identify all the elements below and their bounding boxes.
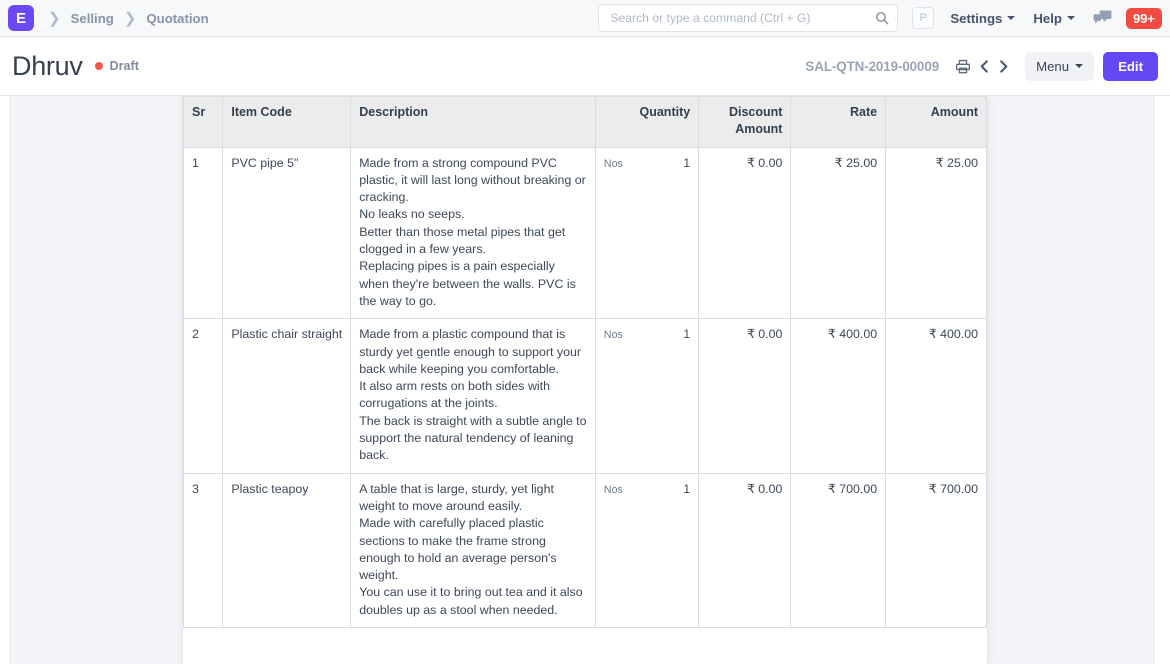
document-id: SAL-QTN-2019-00009 [805, 59, 939, 74]
column-header-item-code: Item Code [223, 97, 351, 148]
cell-description: Made from a strong compound PVC plastic,… [351, 147, 596, 319]
column-header-amount: Amount [886, 97, 987, 148]
quantity-value: 1 [683, 481, 690, 498]
description-text: Made from a plastic compound that is stu… [359, 326, 587, 464]
column-header-sr: Sr [184, 97, 223, 148]
cell-sr: 1 [184, 147, 223, 319]
left-rail [0, 96, 11, 664]
avatar[interactable]: P [912, 7, 934, 29]
column-header-description: Description [351, 97, 596, 148]
cell-amount: ₹ 400.00 [886, 319, 987, 473]
nav-help[interactable]: Help [1033, 11, 1075, 26]
items-table: Sr Item Code Description Quantity Discou… [183, 96, 987, 628]
uom-label: Nos [604, 156, 623, 173]
description-text: Made from a strong compound PVC plastic,… [359, 155, 587, 311]
cell-quantity: Nos 1 [595, 147, 698, 319]
app-logo[interactable]: E [8, 5, 34, 31]
cell-description: Made from a plastic compound that is stu… [351, 319, 596, 473]
table-row: 1 PVC pipe 5" Made from a strong compoun… [184, 147, 987, 319]
next-document-button[interactable] [994, 59, 1013, 74]
top-navbar: E ❯ Selling ❯ Quotation P Settings Help [0, 0, 1170, 37]
uom-label: Nos [604, 327, 623, 344]
status-indicator-dot [95, 62, 103, 70]
column-header-rate: Rate [791, 97, 886, 148]
global-search[interactable] [598, 4, 898, 32]
breadcrumb-selling[interactable]: Selling [71, 11, 114, 26]
right-rail [1153, 96, 1170, 664]
cell-rate: ₹ 25.00 [791, 147, 886, 319]
quantity-wrap: Nos 1 [604, 481, 690, 499]
menu-button-label: Menu [1036, 59, 1069, 74]
column-header-discount-amount: Discount Amount [699, 97, 791, 148]
cell-discount-amount: ₹ 0.00 [699, 319, 791, 473]
table-row: 2 Plastic chair straight Made from a pla… [184, 319, 987, 473]
cell-quantity: Nos 1 [595, 473, 698, 627]
print-sheet: Sr Item Code Description Quantity Discou… [183, 96, 987, 664]
quantity-wrap: Nos 1 [604, 155, 690, 173]
notification-badge[interactable]: 99+ [1126, 8, 1162, 29]
breadcrumb-separator-icon: ❯ [124, 11, 137, 26]
cell-sr: 2 [184, 319, 223, 473]
chevron-down-icon [1075, 64, 1083, 68]
cell-discount-amount: ₹ 0.00 [699, 473, 791, 627]
cell-description: A table that is large, sturdy, yet light… [351, 473, 596, 627]
quantity-wrap: Nos 1 [604, 326, 690, 344]
previous-document-button[interactable] [975, 59, 994, 74]
search-input[interactable] [608, 10, 869, 26]
nav-settings[interactable]: Settings [950, 11, 1015, 26]
status-badge: Draft [110, 59, 139, 73]
description-text: A table that is large, sturdy, yet light… [359, 481, 587, 619]
chevron-down-icon [1067, 16, 1075, 20]
edit-button[interactable]: Edit [1103, 52, 1158, 81]
uom-label: Nos [604, 482, 623, 499]
printer-icon[interactable] [953, 57, 973, 76]
search-icon[interactable] [875, 11, 889, 25]
breadcrumb-separator-icon: ❯ [48, 11, 61, 26]
comments-icon[interactable] [1093, 10, 1112, 26]
nav-settings-label: Settings [950, 11, 1002, 26]
table-row: 3 Plastic teapoy A table that is large, … [184, 473, 987, 627]
cell-rate: ₹ 700.00 [791, 473, 886, 627]
cell-amount: ₹ 25.00 [886, 147, 987, 319]
cell-quantity: Nos 1 [595, 319, 698, 473]
page-title: Dhruv [12, 51, 83, 82]
cell-item-code: Plastic chair straight [223, 319, 351, 473]
cell-discount-amount: ₹ 0.00 [699, 147, 791, 319]
items-table-head: Sr Item Code Description Quantity Discou… [184, 97, 987, 148]
cell-rate: ₹ 400.00 [791, 319, 886, 473]
chevron-down-icon [1007, 16, 1015, 20]
page-header: Dhruv Draft SAL-QTN-2019-00009 Menu Edit [0, 37, 1170, 95]
column-header-quantity: Quantity [595, 97, 698, 148]
menu-button[interactable]: Menu [1025, 52, 1094, 81]
print-canvas: Sr Item Code Description Quantity Discou… [11, 96, 1153, 664]
table-header-row: Sr Item Code Description Quantity Discou… [184, 97, 987, 148]
cell-item-code: Plastic teapoy [223, 473, 351, 627]
navbar-left-group: E ❯ Selling ❯ Quotation [8, 5, 209, 31]
items-table-body: 1 PVC pipe 5" Made from a strong compoun… [184, 147, 987, 627]
breadcrumb-quotation[interactable]: Quotation [146, 11, 208, 26]
nav-help-label: Help [1033, 11, 1062, 26]
print-preview-workspace: Sr Item Code Description Quantity Discou… [0, 95, 1170, 664]
cell-amount: ₹ 700.00 [886, 473, 987, 627]
cell-sr: 3 [184, 473, 223, 627]
quantity-value: 1 [683, 155, 690, 172]
quantity-value: 1 [683, 326, 690, 343]
cell-item-code: PVC pipe 5" [223, 147, 351, 319]
